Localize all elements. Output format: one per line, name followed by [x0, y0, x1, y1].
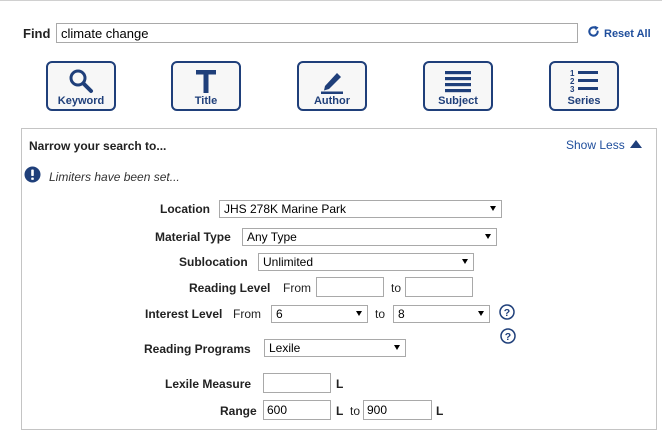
reading-level-from-input[interactable] — [316, 277, 384, 297]
reading-level-to-input[interactable] — [405, 277, 473, 297]
range-to-unit: L — [436, 404, 444, 418]
interest-level-to-value: 8 — [398, 307, 405, 321]
lines-icon — [443, 68, 473, 94]
dropdown-arrow-icon — [394, 345, 400, 350]
svg-text:?: ? — [505, 331, 511, 343]
dropdown-arrow-icon — [462, 259, 468, 264]
numbered-list-icon: 1 2 3 — [569, 68, 599, 94]
reading-level-from-label: From — [283, 281, 311, 295]
title-search-button[interactable]: Title — [171, 61, 241, 111]
lexile-measure-label: Lexile Measure — [165, 377, 252, 391]
range-from-input[interactable] — [263, 400, 331, 420]
title-label: Title — [194, 95, 218, 107]
keyword-search-button[interactable]: Keyword — [46, 61, 116, 111]
interest-level-from-value: 6 — [276, 307, 283, 321]
reading-programs-value: Lexile — [269, 341, 301, 355]
series-label: Series — [567, 95, 601, 107]
letter-t-icon — [191, 68, 221, 94]
location-select[interactable]: JHS 278K Marine Park — [219, 200, 502, 218]
sublocation-select[interactable]: Unlimited — [258, 253, 474, 271]
svg-text:3: 3 — [570, 85, 575, 94]
refresh-icon — [587, 25, 600, 43]
material-type-select[interactable]: Any Type — [242, 228, 497, 246]
interest-level-from-label: From — [233, 307, 261, 321]
reading-programs-help-icon[interactable]: ? — [500, 328, 516, 344]
interest-level-from-select[interactable]: 6 — [271, 305, 368, 323]
lexile-measure-input[interactable] — [263, 373, 331, 393]
subject-label: Subject — [438, 95, 478, 107]
magnifier-icon — [66, 68, 96, 94]
sublocation-label: Sublocation — [179, 255, 248, 269]
range-label: Range — [220, 404, 257, 418]
reset-all-button[interactable]: Reset All — [587, 25, 651, 43]
author-label: Author — [313, 95, 351, 107]
interest-level-to-select[interactable]: 8 — [393, 305, 490, 323]
material-type-value: Any Type — [247, 230, 297, 244]
location-value: JHS 278K Marine Park — [224, 202, 347, 216]
range-from-unit: L — [336, 404, 344, 418]
alert-icon — [24, 166, 41, 188]
limiter-notice: Limiters have been set... — [24, 166, 180, 188]
interest-level-help-icon[interactable]: ? — [499, 304, 515, 320]
location-label: Location — [160, 202, 210, 216]
search-input[interactable] — [56, 23, 578, 43]
reset-all-label: Reset All — [604, 28, 651, 40]
reading-level-to-label: to — [391, 281, 402, 295]
lexile-measure-unit: L — [336, 377, 344, 391]
triangle-up-icon — [629, 136, 643, 154]
series-search-button[interactable]: 1 2 3 Series — [549, 61, 619, 111]
panel-title: Narrow your search to... — [29, 139, 167, 153]
dropdown-arrow-icon — [490, 206, 496, 211]
svg-text:?: ? — [504, 307, 510, 319]
sublocation-value: Unlimited — [263, 255, 314, 269]
show-less-label: Show Less — [566, 138, 625, 152]
limiter-text: Limiters have been set... — [49, 170, 180, 184]
interest-level-to-label: to — [375, 307, 386, 321]
range-to-label: to — [350, 404, 361, 418]
keyword-label: Keyword — [57, 95, 105, 107]
pen-icon — [317, 68, 347, 94]
reading-level-label: Reading Level — [189, 281, 271, 295]
show-less-toggle[interactable]: Show Less — [566, 136, 643, 154]
top-divider — [0, 0, 662, 1]
dropdown-arrow-icon — [478, 311, 484, 316]
reading-programs-label: Reading Programs — [144, 342, 251, 356]
author-search-button[interactable]: Author — [297, 61, 367, 111]
interest-level-label: Interest Level — [145, 307, 223, 321]
reading-programs-select[interactable]: Lexile — [264, 339, 406, 357]
material-type-label: Material Type — [155, 230, 231, 244]
dropdown-arrow-icon — [356, 311, 362, 316]
dropdown-arrow-icon — [485, 234, 491, 239]
find-label: Find — [23, 26, 51, 41]
subject-search-button[interactable]: Subject — [423, 61, 493, 111]
range-to-input[interactable] — [363, 400, 432, 420]
